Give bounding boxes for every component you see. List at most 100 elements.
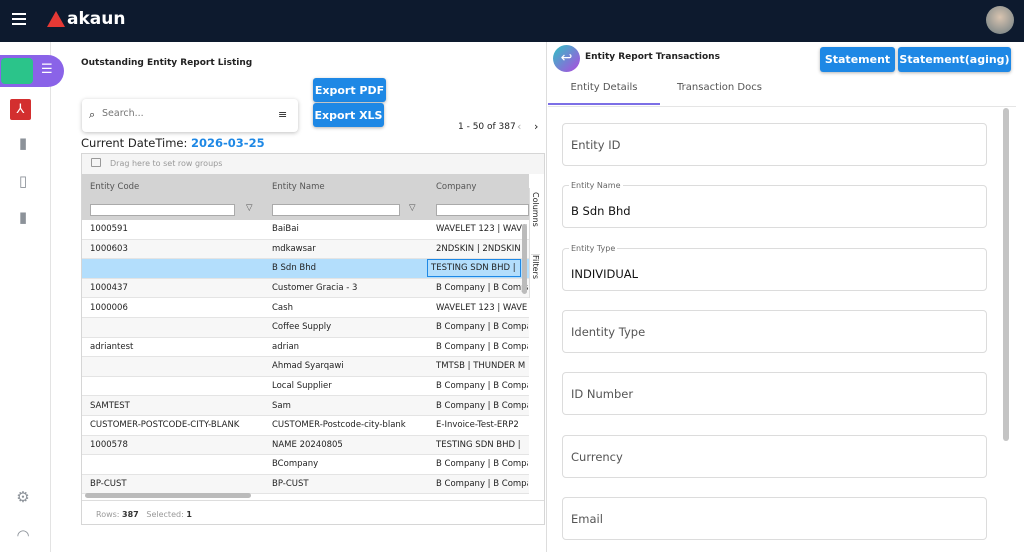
row-group-panel[interactable]: Drag here to set row groups [82,154,544,174]
filter-icon[interactable]: ≡ [278,108,287,121]
cell-entity-name: Customer Gracia - 3 [272,283,358,294]
entity-code-filter-input[interactable] [90,204,235,216]
cell-entity-name: BCompany [272,459,319,470]
side-tool-panel: Columns Filters [529,188,544,298]
table-row[interactable]: B Sdn Bhd TESTING SDN BHD | [82,259,529,279]
field-placeholder: ID Number [571,387,634,402]
cell-company: WAVELET 123 | WAVELET [436,224,528,235]
cell-entity-name: BaiBai [272,224,299,235]
table-row[interactable]: BP-CUST BP-CUST B Company | B Company [82,474,529,495]
table-row[interactable]: adriantest adrian B Company | B Company [82,338,529,358]
field-identity-type[interactable]: Identity Type [562,309,987,353]
search-box: ⌕ ≡ [82,99,298,132]
clipboard-account-icon[interactable]: ▮ [14,208,32,226]
table-row[interactable]: Local Supplier B Company | B Company [82,377,529,397]
cell-entity-code: 1000578 [90,439,128,450]
cell-company: B Company | B Company [436,381,528,392]
cell-company: WAVELET 123 | WAVELET [436,302,528,313]
cell-entity-name: B Sdn Bhd [272,263,317,274]
field-email[interactable]: Email [562,496,987,540]
clipboard-clock-icon[interactable]: ▯ [14,172,32,190]
cell-entity-code: 1000006 [90,302,128,313]
table-row[interactable]: CUSTOMER-POSTCODE-CITY-BLANK CUSTOMER-Pos… [82,416,529,436]
support-icon[interactable]: ◠ [14,526,32,544]
settings-icon[interactable]: ⚙ [14,488,32,506]
cell-company: B Company | B Company [436,341,528,352]
field-placeholder: Email [571,511,603,526]
table-row[interactable]: 1000006 Cash WAVELET 123 | WAVELET [82,298,529,318]
statement-aging-button[interactable]: Statement(aging) [898,47,1011,72]
export-pdf-button[interactable]: Export PDF [313,78,386,102]
tab-transaction-docs[interactable]: Transaction Docs [662,82,777,93]
cell-entity-code: 1000437 [90,283,128,294]
field-label: Entity Name [569,181,623,191]
pagination-text: 1 - 50 of 387 [458,122,516,132]
cell-entity-name: Sam [272,400,291,411]
filter-funnel-icon[interactable]: ▽ [246,203,253,213]
table-row[interactable]: 1000578 NAME 20240805 TESTING SDN BHD | [82,435,529,456]
column-header-entity-code[interactable]: Entity Code [90,182,139,192]
column-header-company[interactable]: Company [436,182,476,192]
pdf-app-icon[interactable]: ⅄ [10,99,31,120]
akaun-logo-icon [47,11,65,27]
table-row[interactable]: SAMTEST Sam B Company | B Company [82,396,529,416]
statement-button[interactable]: Statement [820,47,895,72]
field-placeholder: Identity Type [571,324,646,339]
table-row[interactable]: 1000437 Customer Gracia - 3 B Company | B … [82,278,529,299]
horizontal-scrollbar[interactable] [85,493,251,498]
column-header-entity-name[interactable]: Entity Name [272,182,325,192]
field-value: INDIVIDUAL [571,266,639,281]
current-datetime: Current DateTime: 2026-03-25 [81,136,265,150]
field-placeholder: Entity ID [571,138,621,152]
panel-divider[interactable] [546,42,547,552]
collapse-menu-icon[interactable]: ☰ [41,62,53,77]
field-id-number[interactable]: ID Number [562,372,987,416]
table-row[interactable]: 1000591 BaiBai WAVELET 123 | WAVELET [82,220,529,240]
cell-company: TESTING SDN BHD | [427,259,521,278]
cell-entity-code: CUSTOMER-POSTCODE-CITY-BLANK [90,420,240,431]
cell-entity-name: Ahmad Syarqawi [272,361,344,372]
brand-name: akaun [67,9,126,29]
field-placeholder: Currency [571,449,623,464]
app-logo-icon [1,58,33,84]
clipboard-alert-icon[interactable]: ▮ [14,134,32,152]
cell-company: E-Invoice-Test-ERP2 [436,420,519,431]
cell-entity-name: mdkawsar [272,243,316,254]
table-row[interactable]: Ahmad Syarqawi TMTSB | THUNDER M [82,357,529,377]
search-input[interactable] [102,108,262,119]
filters-tab[interactable]: Filters [531,254,540,294]
table-row[interactable]: 1000603 mdkawsar 2NDSKIN | 2NDSKIN [82,239,529,260]
table-row[interactable]: Coffee Supply B Company | B Company [82,318,529,338]
next-page-button[interactable]: › [534,120,538,133]
left-panel-title: Outstanding Entity Report Listing [81,58,253,68]
form-scrollbar[interactable] [1003,108,1009,441]
right-panel-title: Entity Report Transactions [585,52,720,62]
entity-name-filter-input[interactable] [272,204,400,216]
field-entity-id[interactable]: Entity ID [562,123,987,166]
company-filter-input[interactable] [436,204,529,216]
cell-entity-code: 1000591 [90,224,128,235]
columns-tab[interactable]: Columns [531,192,540,242]
tab-entity-details[interactable]: Entity Details [548,82,660,105]
datetime-label: Current DateTime: [81,136,188,150]
filter-funnel-icon[interactable]: ▽ [409,203,416,213]
prev-page-button[interactable]: ‹ [517,120,521,133]
cell-entity-name: NAME 20240805 [272,439,343,450]
export-xls-button[interactable]: Export XLS [313,103,384,127]
sidebar-app-switcher[interactable]: ☰ [0,55,64,87]
cell-company: TMTSB | THUNDER M [436,361,526,372]
avatar[interactable] [986,6,1014,34]
back-button[interactable]: ↩ [553,45,580,72]
field-currency[interactable]: Currency [562,434,987,478]
datetime-value: 2026-03-25 [191,136,265,150]
table-row[interactable]: BCompany B Company | B Company [82,455,529,475]
entity-grid: Drag here to set row groups Entity Code … [81,153,545,525]
grid-footer: Rows: 387 Selected: 1 [82,500,544,524]
cell-entity-name: Local Supplier [272,381,332,392]
hamburger-menu-icon[interactable] [12,13,26,25]
vertical-scrollbar[interactable] [522,224,527,294]
field-entity-name[interactable]: Entity Name B Sdn Bhd [562,181,987,229]
field-entity-type[interactable]: Entity Type INDIVIDUAL [562,243,987,291]
cell-entity-code: 1000603 [90,243,128,254]
field-label: Entity Type [569,243,618,253]
